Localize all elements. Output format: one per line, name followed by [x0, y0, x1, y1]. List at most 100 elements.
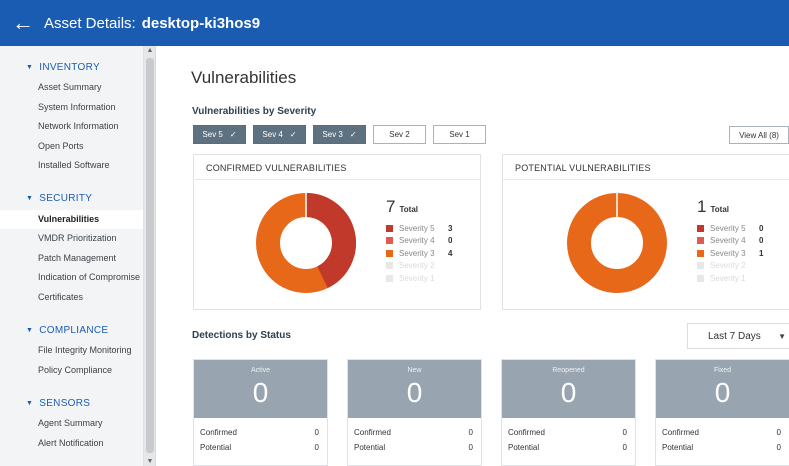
legend-swatch [386, 262, 393, 270]
confirmed-vulnerabilities-card: CONFIRMED VULNERABILITIES 7 Total Severit… [193, 154, 481, 310]
legend-label: Severity 4 [710, 236, 746, 246]
status-label: Reopened [552, 367, 585, 374]
check-icon: ✓ [349, 130, 357, 139]
sidebar-item-certificates[interactable]: Certificates [0, 288, 143, 308]
donut-segment-severity-5 [305, 193, 356, 289]
potential-count: 0 [776, 443, 781, 452]
scroll-up-icon[interactable]: ▲ [144, 47, 156, 54]
legend-value: 0 [759, 236, 764, 246]
status-label: Active [250, 367, 271, 374]
sidebar-section-inventory[interactable]: ▼ INVENTORY [0, 56, 143, 78]
caret-down-icon: ▼ [26, 399, 34, 407]
potential-label: Potential [508, 443, 540, 452]
status-card-reopened[interactable]: Reopened 0 Confirmed 0 Potential 0 [501, 359, 636, 466]
legend-label: Severity 1 [399, 273, 435, 283]
sidebar-item-policy-compliance[interactable]: Policy Compliance [0, 361, 143, 381]
legend-value: 3 [448, 223, 453, 233]
legend-label: Severity 3 [710, 248, 746, 258]
legend-swatch [386, 224, 393, 232]
potential-total: 1 [697, 197, 707, 216]
section-title: SENSORS [39, 397, 91, 409]
legend-value: 0 [759, 223, 764, 233]
detections-section-title: Detections by Status [192, 330, 291, 341]
sidebar-item-vulnerabilities[interactable]: Vulnerabilities [0, 209, 143, 229]
scroll-thumb[interactable] [146, 58, 154, 453]
sidebar-section-compliance[interactable]: ▼ COMPLIANCE [0, 319, 143, 341]
caret-down-icon: ▼ [26, 195, 34, 202]
severity-section-title: Vulnerabilities by Severity [192, 106, 317, 117]
filter-label: Sev 4 [262, 130, 283, 139]
legend-row: Severity 1 [697, 272, 763, 285]
legend-value: 4 [448, 248, 453, 258]
sev2-filter-button[interactable]: Sev 2 [373, 125, 426, 144]
period-dropdown[interactable]: Last 7 Days ▼ [687, 323, 789, 349]
legend-swatch [386, 249, 393, 257]
legend-row: Severity 3 4 [386, 247, 452, 260]
confirmed-count: 0 [776, 428, 781, 437]
total-label: Total [399, 205, 418, 214]
legend-swatch [697, 237, 704, 245]
status-count: 0 [560, 377, 577, 408]
status-card-fixed[interactable]: Fixed 0 Confirmed 0 Potential 0 [655, 359, 789, 466]
legend-label: Severity 4 [399, 236, 435, 246]
sidebar-item-open-ports[interactable]: Open Ports [0, 137, 143, 157]
legend-row: Severity 5 0 [697, 222, 763, 235]
potential-donut-chart [567, 193, 667, 293]
page-header-prefix: Asset Details: [44, 14, 136, 32]
check-icon: ✓ [229, 130, 237, 139]
legend-label: Severity 1 [710, 273, 746, 283]
legend-swatch [386, 237, 393, 245]
sev1-filter-button[interactable]: Sev 1 [433, 125, 486, 144]
status-label: New [407, 367, 422, 374]
sidebar-scrollbar[interactable]: ▲ ▼ [144, 46, 156, 466]
potential-count: 0 [314, 443, 319, 452]
sidebar-item-agent-summary[interactable]: Agent Summary [0, 414, 143, 434]
filter-label: Sev 1 [449, 130, 470, 139]
arrow-left-icon[interactable]: ← [12, 12, 34, 34]
top-bar: ← Asset Details: desktop-ki3hos9 [0, 0, 789, 46]
sev3-filter-button[interactable]: Sev 3 ✓ [313, 125, 366, 144]
status-card-new[interactable]: New 0 Confirmed 0 Potential 0 [347, 359, 482, 466]
sev4-filter-button[interactable]: Sev 4 ✓ [253, 125, 306, 144]
legend-row: Severity 1 [386, 272, 452, 285]
sidebar-section-security[interactable]: ▼ SECURITY [0, 188, 143, 210]
confirmed-donut-chart [256, 193, 356, 293]
legend-row: Severity 3 1 [697, 247, 763, 260]
sidebar-item-indication-of-compromise[interactable]: Indication of Compromise [0, 268, 143, 288]
view-all-button[interactable]: View All (8) [729, 126, 789, 144]
sev5-filter-button[interactable]: Sev 5 ✓ [193, 125, 246, 144]
sidebar-item-network-information[interactable]: Network Information [0, 117, 143, 137]
legend-row: Severity 4 0 [386, 235, 452, 248]
legend-row: Severity 2 [697, 260, 763, 273]
potential-label: Potential [662, 443, 694, 452]
card-title: POTENTIAL VULNERABILITIES [515, 163, 651, 173]
legend-label: Severity 2 [399, 261, 435, 271]
legend-value: 0 [448, 236, 453, 246]
status-card-active[interactable]: Active 0 Confirmed 0 Potential 0 [193, 359, 328, 466]
sidebar-item-alert-notification[interactable]: Alert Notification [0, 434, 143, 454]
sidebar-item-patch-management[interactable]: Patch Management [0, 249, 143, 269]
status-count: 0 [252, 377, 269, 408]
legend-label: Severity 2 [710, 261, 746, 271]
status-label: Fixed [713, 367, 732, 374]
sidebar: ▼ INVENTORY Asset Summary System Informat… [0, 46, 144, 466]
filter-label: Sev 2 [389, 130, 410, 139]
potential-legend: 1 Total Severity 50 Severity 40 Severity … [697, 197, 763, 285]
confirmed-label: Confirmed [354, 428, 391, 437]
sidebar-item-vmdr-prioritization[interactable]: VMDR Prioritization [0, 229, 143, 249]
legend-swatch [386, 274, 393, 282]
sidebar-item-asset-summary[interactable]: Asset Summary [0, 78, 143, 98]
legend-value: 1 [759, 248, 764, 258]
sidebar-item-system-information[interactable]: System Information [0, 98, 143, 118]
page-title: Vulnerabilities [191, 68, 297, 87]
legend-swatch [697, 262, 704, 270]
legend-label: Severity 5 [399, 223, 435, 233]
filter-label: Sev 3 [322, 130, 343, 139]
legend-swatch [697, 274, 704, 282]
legend-swatch [697, 224, 704, 232]
sidebar-section-sensors[interactable]: ▼ SENSORS [0, 392, 143, 414]
scroll-down-icon[interactable]: ▼ [144, 458, 156, 465]
sidebar-item-installed-software[interactable]: Installed Software [0, 156, 143, 176]
legend-swatch [697, 249, 704, 257]
sidebar-item-file-integrity-monitoring[interactable]: File Integrity Monitoring [0, 341, 143, 361]
